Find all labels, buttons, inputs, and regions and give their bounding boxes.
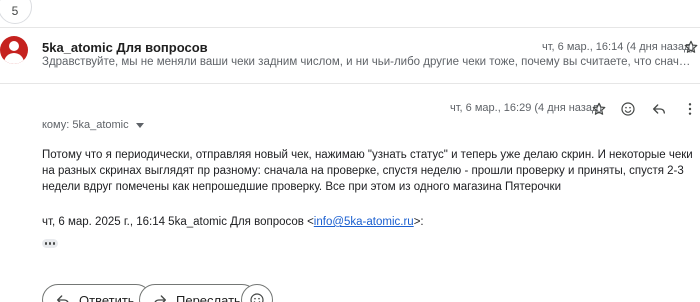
avatar-icon — [9, 41, 19, 51]
forward-button[interactable]: Переслать — [139, 284, 258, 302]
forward-button-label: Переслать — [176, 292, 241, 302]
recipient-details[interactable]: кому: 5ka_atomic — [42, 119, 144, 131]
emoji-reaction-button[interactable] — [241, 284, 273, 302]
more-vert-icon[interactable] — [680, 99, 700, 119]
recipient-label: кому: 5ka_atomic — [42, 119, 129, 131]
emoji-icon — [250, 293, 264, 302]
reply-button-label: Ответить — [79, 292, 135, 302]
collapsed-count-label: 5 — [11, 4, 19, 18]
forward-icon — [154, 295, 166, 302]
avatar[interactable] — [0, 36, 28, 64]
sender-name: 5ka_atomic Для вопросов — [42, 40, 208, 55]
message-date: чт, 6 мар., 16:29 (4 дня назад) — [450, 102, 603, 114]
message-divider — [0, 83, 700, 84]
show-trimmed-content-button[interactable] — [42, 239, 58, 248]
quoted-email-link[interactable]: info@5ka-atomic.ru — [314, 216, 414, 228]
star-icon[interactable] — [681, 37, 700, 57]
reply-button[interactable]: Ответить — [42, 284, 152, 302]
quoted-header-suffix: >: — [413, 216, 424, 228]
email-thread: 5 5ka_atomic Для вопросов чт, 6 мар., 16… — [0, 0, 700, 302]
quoted-header: чт, 6 мар. 2025 г., 16:14 5ka_atomic Для… — [42, 216, 424, 228]
message-body: Потому что я периодически, отправляя нов… — [42, 149, 693, 193]
message-snippet: Здравствуйте, мы не меняли ваши чеки зад… — [42, 56, 694, 68]
emoji-icon[interactable] — [618, 99, 638, 119]
reply-icon — [57, 295, 69, 302]
reply-icon[interactable] — [649, 99, 669, 119]
chevron-down-icon[interactable] — [135, 122, 144, 128]
quoted-header-prefix: чт, 6 мар. 2025 г., 16:14 5ka_atomic Для… — [42, 216, 314, 228]
message-date: чт, 6 мар., 16:14 (4 дня назад) — [542, 41, 695, 53]
thread-divider — [0, 27, 700, 28]
star-icon[interactable] — [589, 99, 609, 119]
collapsed-messages-count[interactable]: 5 — [0, 0, 32, 24]
